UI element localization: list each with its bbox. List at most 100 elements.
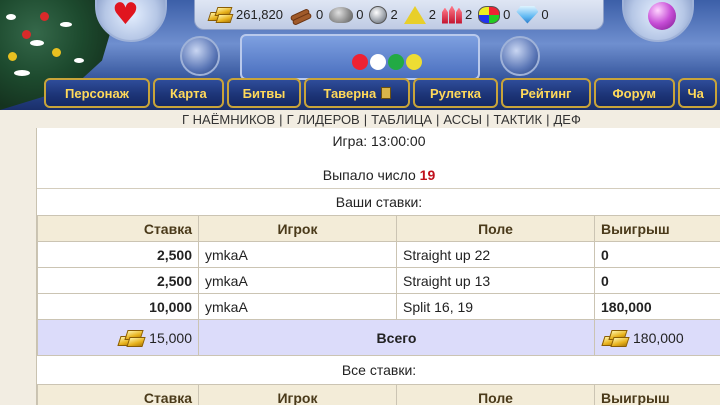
mana-orb-icon [648,2,676,30]
bet-player: ymkaA [198,293,397,320]
table-row: 2,500 ymkaA Straight up 22 0 [37,241,720,268]
heart-icon: ♥ [112,0,139,32]
game-header: ♥ 261,820 0 0 2 2 2 0 0 Персонаж Карта Б… [0,0,720,110]
gems-icon [478,5,501,24]
col-win: Выигрыш [594,215,720,242]
table-header-row: Ставка Игрок Поле Выигрыш [37,384,720,405]
gold-icon [207,6,234,24]
col-win: Выигрыш [594,384,720,405]
sulfur-amount: 2 [428,7,436,22]
your-bets-title: Ваши ставки: [335,194,423,210]
link-mercenaries-guild[interactable]: Г НАЁМНИКОВ [182,112,275,127]
tab-roulette[interactable]: Рулетка [413,78,498,108]
diamond-amount: 0 [541,7,549,22]
mercury-icon [369,5,388,24]
bet-player: ymkaA [198,241,397,268]
gold-icon [117,328,146,348]
bet-stake: 10,000 [37,293,199,320]
tab-label: Рейтинг [520,85,572,101]
result-label: Выпало число [322,167,416,183]
diamond-icon [516,5,539,24]
bet-win: 0 [594,267,720,294]
bet-field: Straight up 13 [396,267,595,294]
link-def[interactable]: ДЕФ [553,112,580,127]
col-field: Поле [396,384,595,405]
tab-label: Битвы [242,85,286,101]
main-nav: Персонаж Карта Битвы Таверна Рулетка Рей… [0,78,720,110]
tab-rating[interactable]: Рейтинг [500,78,592,108]
link-tactics[interactable]: ТАКТИК [493,112,542,127]
tab-chat[interactable]: Ча [677,78,717,108]
winning-number: 19 [419,167,436,183]
winning-result: Выпало число 19 [37,167,720,183]
bet-win: 180,000 [594,293,720,320]
bet-win: 0 [594,241,720,268]
tab-forum[interactable]: Форум [594,78,675,108]
col-stake: Ставка [37,384,199,405]
total-win: 180,000 [594,319,720,356]
wood-icon [289,6,313,26]
col-field: Поле [396,215,595,242]
roulette-results-panel: Игра: 13:00:00 Выпало число 19 Ваши став… [36,128,720,405]
table-header-row: Ставка Игрок Поле Выигрыш [37,215,720,242]
tab-label: Карта [169,85,207,101]
header-ornament-left-icon [180,36,220,76]
ore-amount: 0 [356,7,364,22]
tab-label: Рулетка [430,85,481,101]
resource-ore: 0 [329,6,364,23]
resource-bar: 261,820 0 0 2 2 2 0 0 [194,0,604,30]
bet-stake: 2,500 [37,267,199,294]
your-bets-table: Ставка Игрок Поле Выигрыш 2,500 ymkaA St… [37,215,720,356]
bet-stake: 2,500 [37,241,199,268]
sub-links: Г НАЁМНИКОВ | Г ЛИДЕРОВ | ТАБЛИЦА | АССЫ | ТАКТИ… [182,112,581,127]
total-stake-value: 15,000 [149,329,192,346]
crystal-icon [441,5,462,24]
resource-gems: 0 [478,5,511,24]
table-row: 2,500 ymkaA Straight up 13 0 [37,267,720,294]
tab-label: Персонаж [65,85,129,101]
tab-map[interactable]: Карта [153,78,224,108]
resource-diamond: 0 [516,5,549,24]
total-label: Всего [198,319,595,356]
ore-icon [329,6,354,23]
wood-amount: 0 [316,7,324,22]
tab-label: Таверна [323,85,377,101]
resource-sulfur: 2 [403,5,436,24]
sulfur-icon [403,5,426,24]
gold-icon [601,328,630,348]
game-time: Игра: 13:00:00 [332,133,426,149]
resource-gold: 261,820 [207,6,283,24]
col-player: Игрок [198,384,397,405]
col-player: Игрок [198,215,397,242]
resource-wood: 0 [289,6,324,26]
link-table[interactable]: ТАБЛИЦА [371,112,432,127]
all-bets-table: Ставка Игрок Поле Выигрыш [37,384,720,405]
bet-field: Straight up 22 [396,241,595,268]
total-win-value: 180,000 [633,329,684,346]
header-ornament-right-icon [500,36,540,76]
resource-crystal: 2 [441,5,473,24]
gems-amount: 0 [503,7,511,22]
link-aces[interactable]: АССЫ [443,112,482,127]
crystal-amount: 2 [464,7,473,22]
bet-field: Split 16, 19 [396,293,595,320]
tab-character[interactable]: Персонаж [44,78,150,108]
tab-label: Ча [687,85,704,101]
total-stake: 15,000 [37,319,199,356]
page-left-margin [0,110,36,405]
table-row: 10,000 ymkaA Split 16, 19 180,000 [37,293,720,320]
resource-mercury: 2 [369,5,398,24]
book-icon [381,87,392,99]
bet-player: ymkaA [198,267,397,294]
tab-battles[interactable]: Битвы [226,78,302,108]
gold-amount: 261,820 [236,7,283,22]
holiday-banner [240,34,480,80]
tab-tavern[interactable]: Таверна [304,78,411,108]
divider [37,188,720,189]
link-leaders-guild[interactable]: Г ЛИДЕРОВ [287,112,360,127]
tab-label: Форум [612,85,657,101]
mercury-amount: 2 [390,7,398,22]
total-row: 15,000 Всего 180,000 [37,319,720,356]
all-bets-title: Все ставки: [341,362,417,378]
col-stake: Ставка [37,215,199,242]
